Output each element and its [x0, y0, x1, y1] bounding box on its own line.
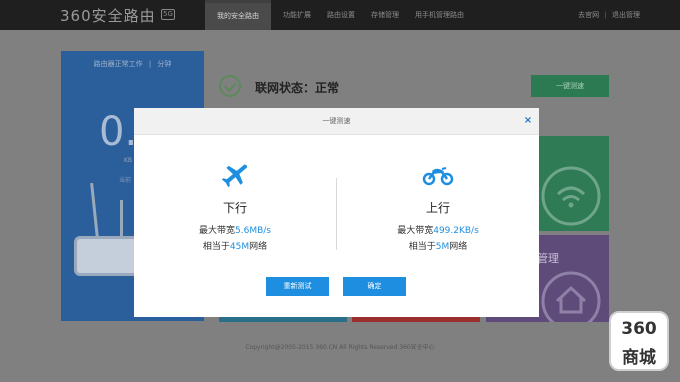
confirm-button[interactable]: 确定 [343, 277, 406, 296]
nav-mobile-manage[interactable]: 用手机管理路由 [407, 0, 472, 30]
traffic-value: 0. [99, 109, 138, 155]
download-title: 下行 [222, 201, 247, 215]
logo-badge: 5G [161, 9, 175, 20]
router-status-sep: | [148, 60, 152, 68]
nav-extensions[interactable]: 功能扩展 [275, 0, 319, 30]
store-badge-line1: 360 [621, 319, 657, 339]
nav-storage[interactable]: 存储管理 [363, 0, 407, 30]
top-bar: 360安全路由 5G 我的安全路由 功能扩展 路由设置 存储管理 用手机管理路由… [0, 0, 680, 30]
logout-link[interactable]: 退出管理 [612, 11, 640, 19]
dialog-header: 一键测速 × [134, 108, 539, 135]
upload-eq-suffix: 网络 [449, 242, 468, 252]
traffic-unit: KB [124, 157, 133, 164]
download-bandwidth-label: 最大带宽 [199, 226, 236, 236]
router-status-text: 路由器正常工作 [93, 60, 143, 68]
network-status-text: 联网状态：正常 [255, 81, 340, 95]
main-nav: 我的安全路由 功能扩展 路由设置 存储管理 用手机管理路由 [205, 0, 472, 30]
footer-copyright: Copyright@2005-2015 360.CN All Rights Re… [245, 344, 435, 351]
upload-bandwidth: 最大带宽499.2KB/s [337, 223, 539, 236]
top-right-links: 去官网 | 退出管理 [578, 0, 640, 30]
download-eq-prefix: 相当于 [202, 242, 230, 252]
download-equivalent: 相当于45M网络 [134, 239, 336, 252]
close-icon[interactable]: × [522, 115, 534, 127]
nav-my-router[interactable]: 我的安全路由 [205, 0, 271, 30]
upload-bandwidth-value: 499.2KB/s [433, 226, 479, 236]
top-right-separator: | [604, 11, 607, 19]
speed-test-dialog: 一键测速 × 下行 最大带宽5.6MB/s 相当于45M网络 上行 最大带宽49… [134, 108, 539, 317]
upload-eq-prefix: 相当于 [408, 242, 436, 252]
check-circle-icon [219, 75, 241, 97]
airplane-icon [221, 164, 248, 187]
download-bandwidth: 最大带宽5.6MB/s [134, 223, 336, 236]
dialog-title: 一键测速 [322, 117, 351, 125]
retest-button[interactable]: 重新测试 [266, 277, 329, 296]
download-result: 下行 最大带宽5.6MB/s 相当于45M网络 [134, 135, 336, 275]
traffic-label: 当前 [119, 177, 132, 184]
store-badge[interactable]: 360 商城 [609, 311, 669, 371]
download-eq-suffix: 网络 [249, 242, 268, 252]
upload-equivalent: 相当于5M网络 [337, 239, 539, 252]
app-logo[interactable]: 360安全路由 [60, 5, 156, 26]
upload-eq-value: 5M [435, 242, 450, 252]
upload-bandwidth-label: 最大带宽 [397, 226, 434, 236]
store-badge-line2: 商城 [622, 348, 656, 368]
official-site-link[interactable]: 去官网 [578, 11, 599, 19]
nav-router-settings[interactable]: 路由设置 [319, 0, 363, 30]
upload-result: 上行 最大带宽499.2KB/s 相当于5M网络 [337, 135, 539, 275]
download-bandwidth-value: 5.6MB/s [235, 226, 271, 236]
network-status-bar: 联网状态：正常 一键测速 [219, 71, 609, 101]
uptime-unit: 分钟 [157, 60, 172, 68]
download-eq-value: 45M [229, 242, 250, 252]
router-status-title: 路由器正常工作 | 分钟 [61, 59, 204, 69]
speed-test-button[interactable]: 一键测速 [531, 75, 609, 97]
upload-title: 上行 [425, 201, 450, 215]
motorcycle-icon [422, 167, 454, 186]
router-antenna-right [120, 200, 123, 240]
